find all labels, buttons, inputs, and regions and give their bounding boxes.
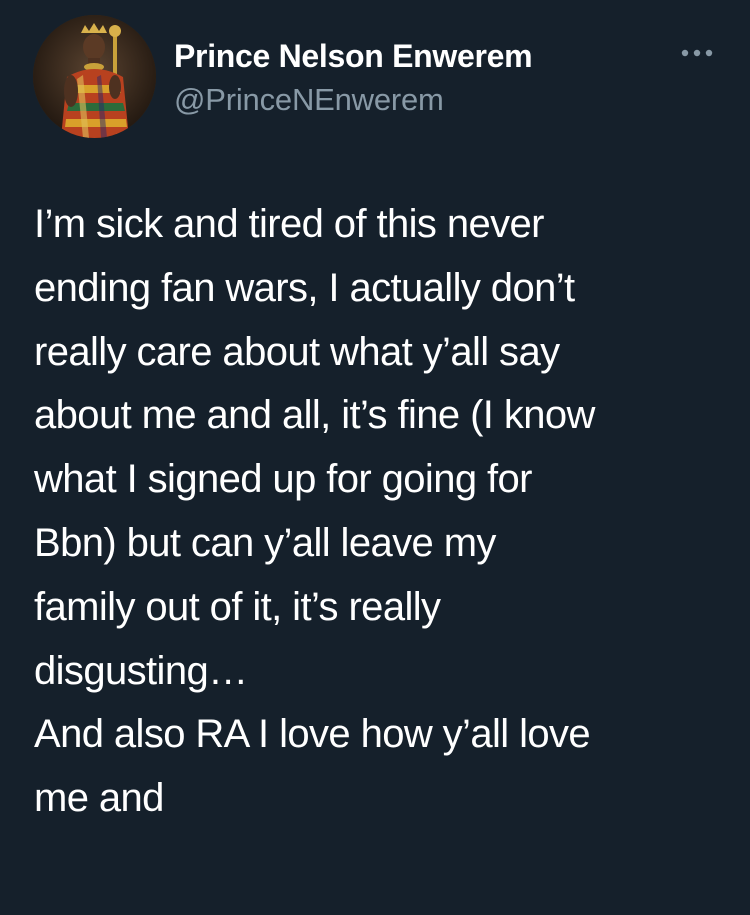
more-options-icon	[681, 49, 713, 57]
more-options-button[interactable]	[676, 40, 718, 66]
tweet-text: I’m sick and tired of this never ending …	[34, 193, 734, 831]
tweet-text-line: what I signed up for going for	[34, 457, 532, 502]
tweet-card: Prince Nelson Enwerem @PrinceNEnwerem I’…	[0, 0, 750, 915]
tweet-text-line: And also RA I love how y’all love	[34, 712, 591, 757]
tweet-text-line: me and	[34, 776, 164, 821]
tweet-text-line: disgusting…	[34, 648, 248, 693]
author-display-name[interactable]: Prince Nelson Enwerem	[174, 38, 533, 74]
author-avatar[interactable]	[33, 15, 156, 138]
profile-photo-icon	[33, 15, 156, 138]
tweet-text-line: really care about what y’all say	[34, 329, 560, 374]
tweet-text-line: about me and all, it’s fine (I know	[34, 393, 595, 438]
tweet-text-line: ending fan wars, I actually don’t	[34, 265, 575, 310]
author-handle[interactable]: @PrinceNEnwerem	[174, 83, 444, 117]
tweet-text-line: Bbn) but can y’all leave my	[34, 520, 496, 565]
tweet-text-line: I’m sick and tired of this never	[34, 202, 545, 246]
tweet-text-line: family out of it, it’s really	[34, 584, 441, 629]
